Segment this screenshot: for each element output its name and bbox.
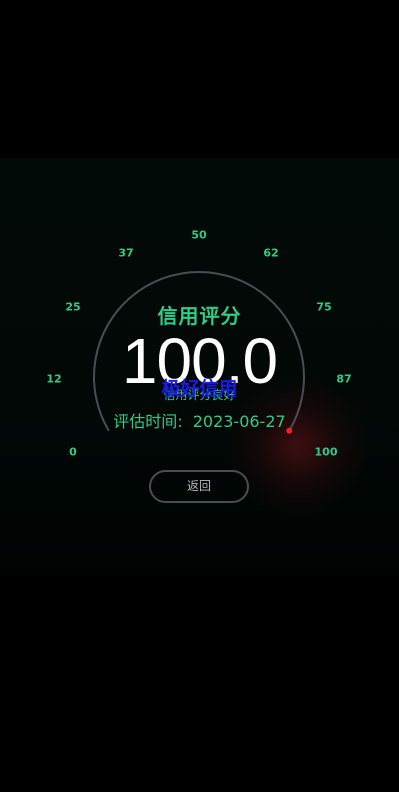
evaluation-time-label: 评估时间: — [113, 412, 183, 431]
gauge-tick-0: 0 — [69, 445, 77, 459]
score-level-overlay: 极好信用 — [161, 378, 238, 400]
gauge-tick-37: 37 — [118, 246, 134, 260]
gauge-tick-100: 100 — [314, 445, 338, 459]
credit-score-panel: 0 12 25 37 50 62 75 87 100 信用评分 100.0 信用… — [0, 158, 399, 570]
gauge-tick-50: 50 — [191, 228, 207, 242]
evaluation-time: 评估时间: 2023-06-27 — [0, 408, 399, 432]
evaluation-time-value: 2023-06-27 — [192, 412, 286, 431]
gauge-tick-62: 62 — [263, 246, 279, 260]
screen: 0 12 25 37 50 62 75 87 100 信用评分 100.0 信用… — [0, 0, 399, 792]
back-button[interactable]: 返回 — [149, 470, 249, 503]
